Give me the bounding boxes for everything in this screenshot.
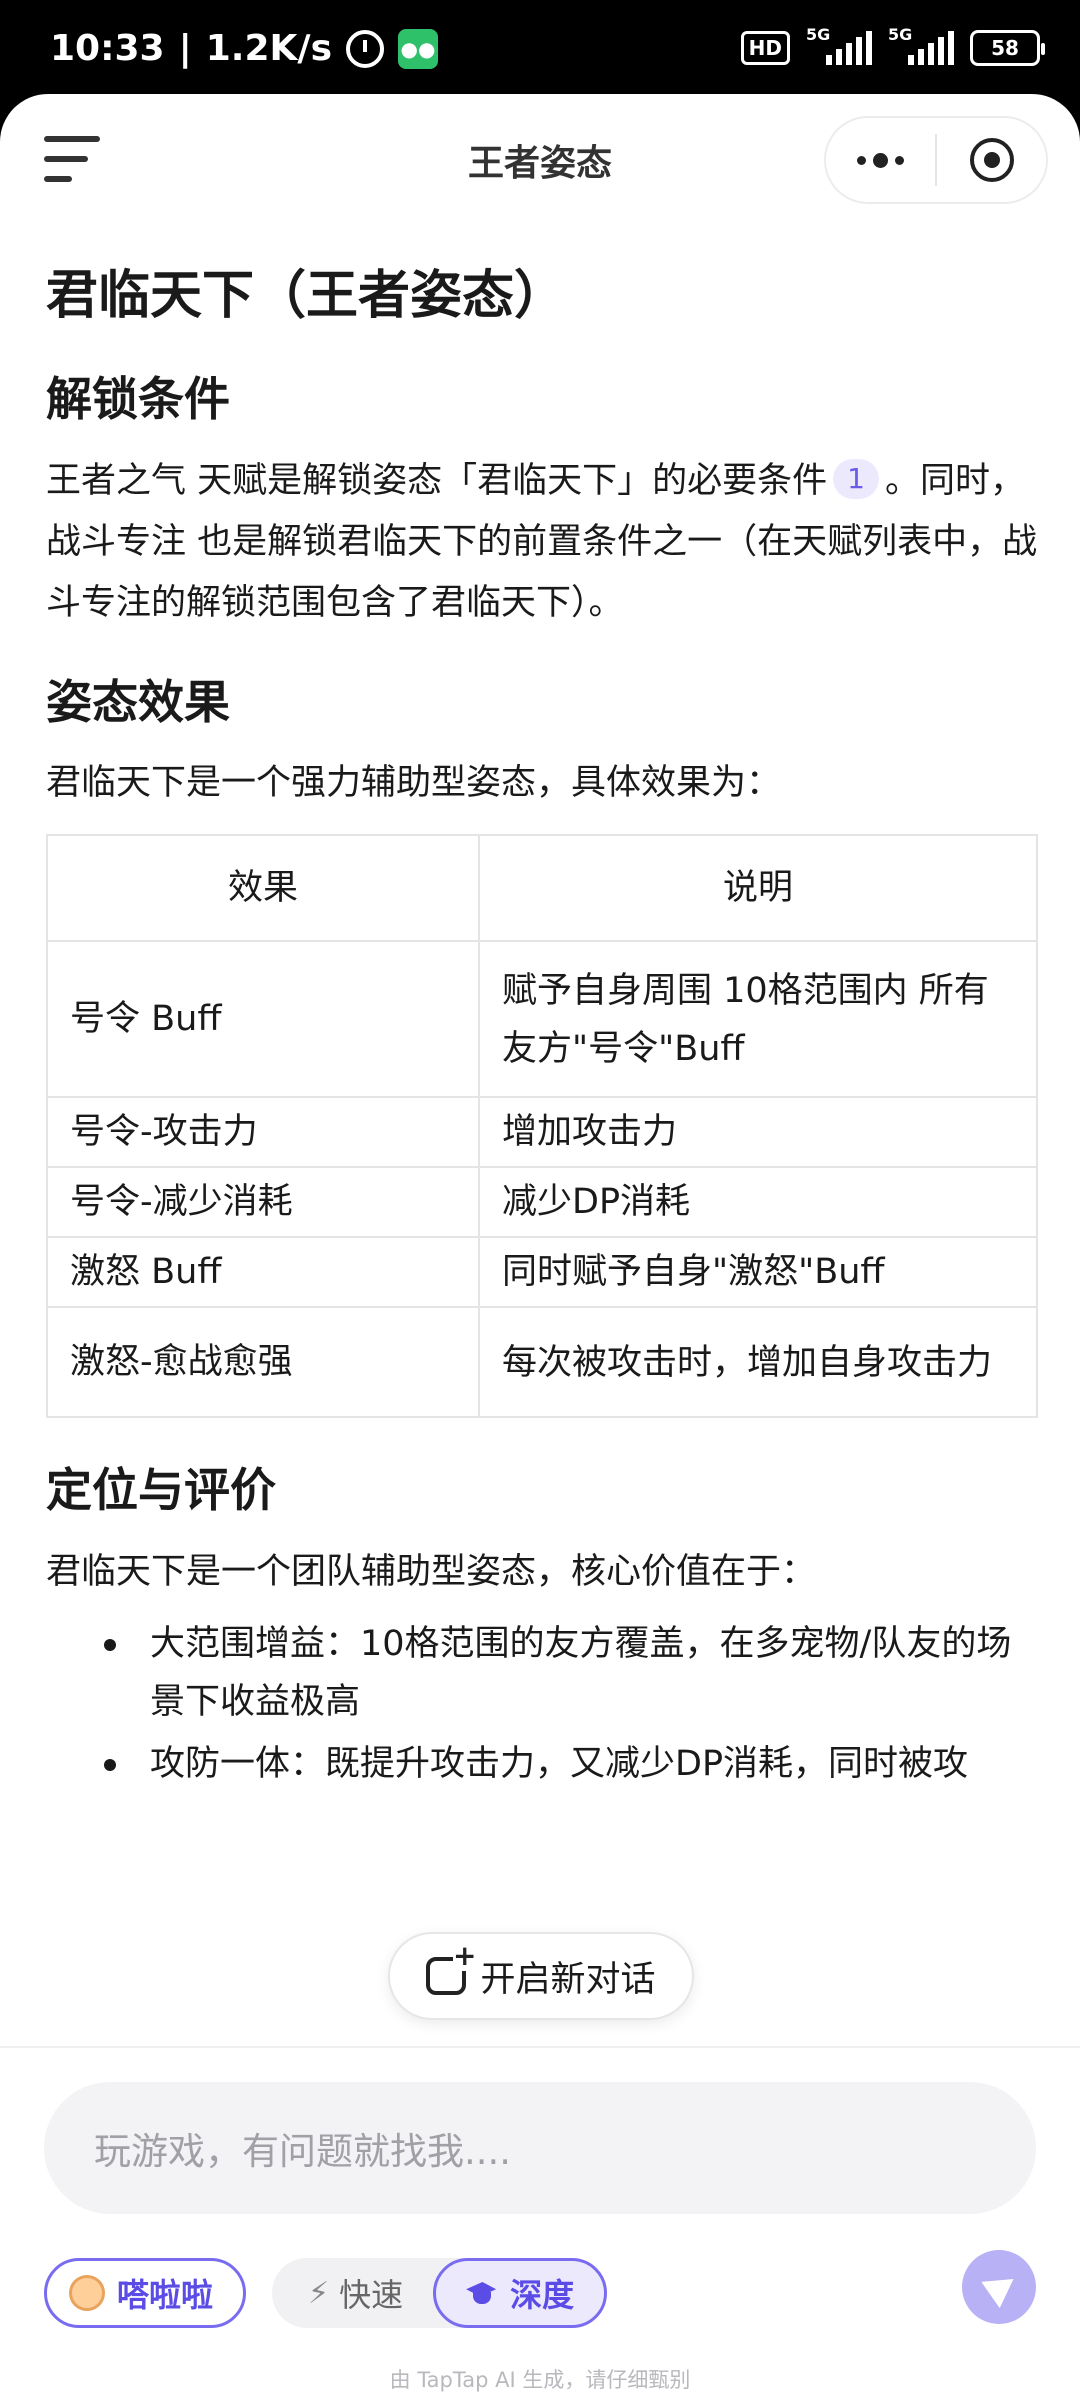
section-heading-rating: 定位与评价 xyxy=(46,1463,276,1517)
new-chat-label: 开启新对话 xyxy=(480,1959,656,2000)
table-header-effect: 效果 xyxy=(46,834,480,942)
agent-label: 嗒啦啦 xyxy=(117,2276,214,2314)
table-cell: 增加攻击力 xyxy=(478,1096,1038,1168)
mode-fast-label: 快速 xyxy=(339,2276,404,2314)
composer-options: 嗒啦啦 ⚡ 快速 深度 xyxy=(44,2258,608,2328)
graduation-cap-icon xyxy=(464,2280,500,2306)
hd-icon: HD xyxy=(740,31,790,65)
mini-program-capsule xyxy=(824,116,1048,204)
new-chat-icon xyxy=(426,1941,477,1995)
table-cell: 激怒-愈战愈强 xyxy=(46,1306,480,1418)
rating-bullets: 大范围增益：10格范围的友方覆盖，在多宠物/队友的场景下收益极高 攻防一体：既提… xyxy=(104,1615,1038,1793)
signal-label-2: 5G xyxy=(888,25,913,44)
mode-fast-button[interactable]: ⚡ 快速 xyxy=(308,2270,433,2316)
effects-intro: 君临天下是一个强力辅助型姿态，具体效果为： xyxy=(46,763,782,803)
section-heading-unlock: 解锁条件 xyxy=(46,372,230,426)
table-cell: 减少DP消耗 xyxy=(478,1166,1038,1238)
send-button[interactable] xyxy=(962,2250,1036,2324)
article-title: 君临天下（王者姿态） xyxy=(46,266,567,326)
table-cell: 激怒 Buff xyxy=(46,1236,480,1308)
answer-content: 君临天下（王者姿态） 解锁条件 王者之气 天赋是解锁姿态「君临天下」的必要条件 1… xyxy=(46,264,1038,1797)
table-cell: 同时赋予自身"激怒"Buff xyxy=(478,1236,1038,1308)
unlock-paragraph: 王者之气 天赋是解锁姿态「君临天下」的必要条件 1 。同时，战斗专注 也是解锁君临天… xyxy=(46,451,1038,634)
unlock-text-part1: 王者之气 天赋是解锁姿态「君临天下」的必要条件 xyxy=(46,460,828,501)
status-separator: | xyxy=(178,28,192,69)
section-heading-effects: 姿态效果 xyxy=(46,674,230,729)
signal-icon-2: 5G xyxy=(888,25,954,65)
chat-input[interactable]: 玩游戏，有问题就找我.... xyxy=(44,2082,1036,2214)
table-row: 激怒 Buff 同时赋予自身"激怒"Buff xyxy=(46,1236,1038,1308)
status-right: HD 5G 5G 58 xyxy=(740,25,1045,66)
send-icon xyxy=(981,2265,1023,2309)
battery-icon: 58 xyxy=(970,30,1045,66)
status-bar: 10:33 | 1.2K/s ●● HD 5G 5G 58 xyxy=(0,0,1080,100)
mode-deep-button[interactable]: 深度 xyxy=(433,2258,608,2328)
table-row: 号令-攻击力 增加攻击力 xyxy=(46,1096,1038,1168)
table-row: 号令-减少消耗 减少DP消耗 xyxy=(46,1166,1038,1238)
mode-toggle: ⚡ 快速 深度 xyxy=(272,2258,608,2328)
table-header-desc: 说明 xyxy=(478,834,1038,942)
rating-intro: 君临天下是一个团队辅助型姿态，核心价值在于： xyxy=(46,1551,817,1592)
wechat-icon: ●● xyxy=(398,28,438,69)
status-time: 10:33 xyxy=(50,28,165,69)
citation-badge[interactable]: 1 xyxy=(833,458,879,499)
agent-avatar-icon xyxy=(69,2275,105,2311)
agent-selector-button[interactable]: 嗒啦啦 xyxy=(44,2258,247,2328)
effects-table: 效果 说明 号令 Buff 赋予自身周围 10格范围内 所有友方"号令"Buff… xyxy=(46,834,1038,1418)
mode-deep-label: 深度 xyxy=(510,2276,575,2314)
lightning-icon: ⚡ xyxy=(308,2275,330,2311)
composer-panel: 玩游戏，有问题就找我.... 嗒啦啦 ⚡ 快速 深度 由 TapTap AI 生… xyxy=(0,2046,1080,2400)
table-cell: 号令-攻击力 xyxy=(46,1096,480,1168)
table-cell: 号令 Buff xyxy=(46,940,480,1098)
app-sheet: 王者姿态 君临天下（王者姿态） 解锁条件 王者之气 天赋是解锁姿态「君临天下」的… xyxy=(0,94,1080,2400)
table-row: 号令 Buff 赋予自身周围 10格范围内 所有友方"号令"Buff xyxy=(46,940,1038,1098)
table-row: 激怒-愈战愈强 每次被攻击时，增加自身攻击力 xyxy=(46,1306,1038,1418)
signal-icon: 5G xyxy=(806,25,872,65)
nav-bar: 王者姿态 xyxy=(0,94,1080,224)
status-network-speed: 1.2K/s xyxy=(205,28,332,69)
close-target-icon[interactable] xyxy=(937,138,1046,182)
table-header-row: 效果 说明 xyxy=(46,834,1038,942)
signal-label: 5G xyxy=(806,25,831,44)
status-left: 10:33 | 1.2K/s ●● xyxy=(50,28,438,69)
table-cell: 每次被攻击时，增加自身攻击力 xyxy=(478,1306,1038,1418)
table-cell: 赋予自身周围 10格范围内 所有友方"号令"Buff xyxy=(478,940,1038,1098)
list-item: 攻防一体：既提升攻击力，又减少DP消耗，同时被攻 xyxy=(104,1735,1038,1793)
ai-disclaimer: 由 TapTap AI 生成，请仔细甄别 xyxy=(389,2368,691,2392)
table-cell: 号令-减少消耗 xyxy=(46,1166,480,1238)
more-options-icon[interactable] xyxy=(826,152,935,168)
list-item: 大范围增益：10格范围的友方覆盖，在多宠物/队友的场景下收益极高 xyxy=(104,1615,1038,1731)
new-chat-button[interactable]: 开启新对话 xyxy=(388,1932,694,2020)
alarm-clock-icon xyxy=(346,29,384,68)
chat-input-placeholder: 玩游戏，有问题就找我.... xyxy=(94,2130,512,2173)
